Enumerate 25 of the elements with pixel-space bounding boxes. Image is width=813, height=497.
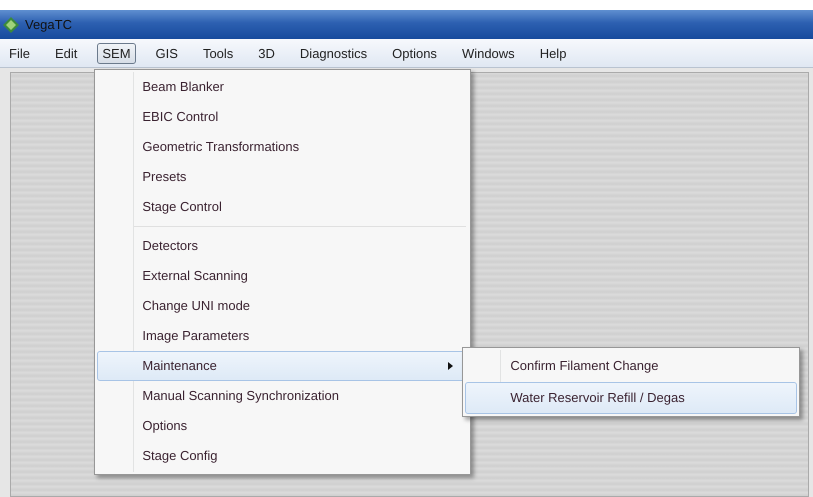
menu-item[interactable]: External Scanning — [97, 260, 468, 290]
menu-item[interactable]: File — [4, 42, 35, 64]
menu-item[interactable]: Stage Control — [97, 192, 468, 222]
menu-item[interactable]: Diagnostics — [294, 42, 372, 64]
menu-item[interactable]: Detectors — [97, 230, 468, 260]
menu-item[interactable]: Water Reservoir Refill / Degas — [465, 382, 798, 414]
menu-item[interactable]: Windows — [456, 42, 520, 64]
diamond-logo-icon — [3, 16, 19, 32]
menu-item[interactable]: Presets — [97, 162, 468, 192]
menu-item[interactable]: Tools — [198, 42, 238, 64]
menu-item[interactable]: Edit — [50, 42, 82, 64]
menu-item[interactable]: Change UNI mode — [97, 290, 468, 320]
submenu-arrow-icon — [448, 362, 454, 370]
menu-item[interactable]: Beam Blanker — [97, 72, 468, 102]
menu-item[interactable]: Options — [97, 410, 468, 440]
menu-item[interactable]: 3D — [253, 42, 280, 64]
window-title: VegaTC — [25, 17, 72, 32]
menu-item[interactable]: Stage Config — [97, 440, 468, 470]
menu-item[interactable]: GIS — [150, 42, 183, 64]
menu-item[interactable]: Image Parameters — [97, 320, 468, 350]
menu-item[interactable]: EBIC Control — [97, 102, 468, 132]
menu-item[interactable]: SEM — [97, 42, 136, 64]
menu-item[interactable]: Help — [534, 42, 572, 64]
menu-item[interactable]: Options — [387, 42, 442, 64]
menu-item[interactable]: Geometric Transformations — [97, 132, 468, 162]
